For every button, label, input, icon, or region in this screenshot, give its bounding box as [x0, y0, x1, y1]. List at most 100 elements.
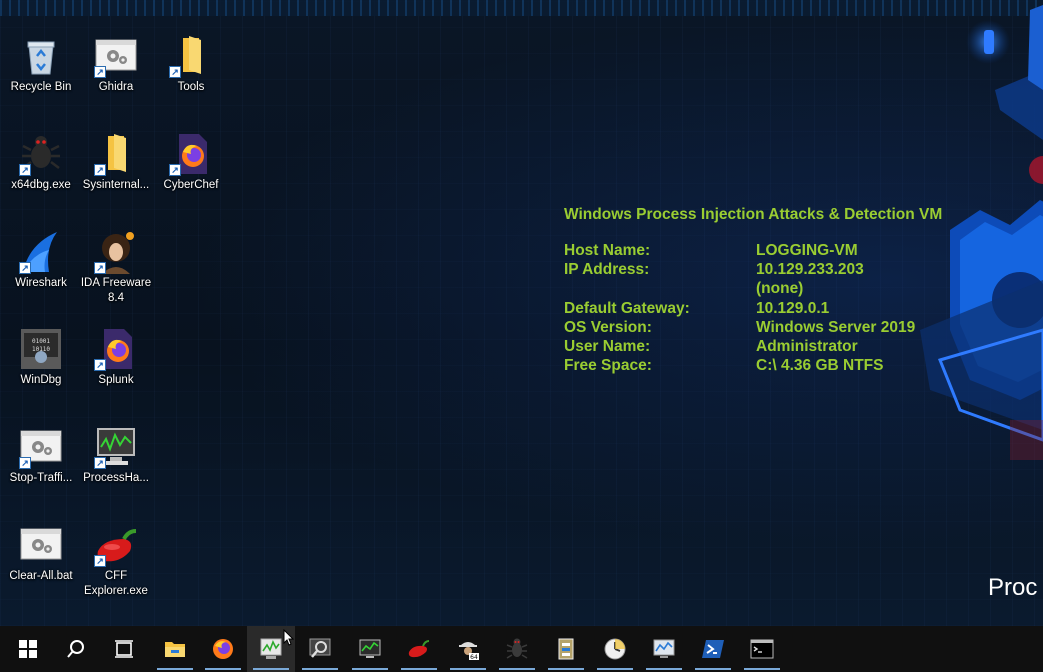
shortcut-arrow-icon: ↗ — [169, 164, 181, 176]
info-key: Host Name: — [564, 242, 651, 259]
desktop: Recycle Bin ↗ Ghidra ↗ Tools ↗ x64dbg.ex… — [0, 0, 1043, 626]
icon-label-line2: Explorer.exe — [84, 585, 148, 597]
taskbar-performance-monitor[interactable] — [640, 626, 688, 672]
wallpaper-partial-text: Proc — [988, 574, 1038, 601]
icon-label-line2: 8.4 — [108, 292, 124, 304]
icon-label: Stop-Traffi... — [9, 472, 73, 484]
desktop-icon-windbg[interactable]: 01001 10110 WinDbg — [3, 327, 79, 388]
process-monitor-icon — [359, 639, 381, 658]
taskbar-process-monitor[interactable] — [346, 626, 394, 672]
shortcut-arrow-icon: ↗ — [94, 457, 106, 469]
file-explorer-icon — [165, 642, 185, 657]
taskbar-file-explorer[interactable] — [151, 626, 199, 672]
shortcut-arrow-icon: ↗ — [19, 262, 31, 274]
desktop-icon-process-hacker[interactable]: ↗ ProcessHa... — [78, 425, 154, 486]
info-key: Free Space: — [564, 357, 652, 375]
desktop-icon-splunk[interactable]: ↗ Splunk — [78, 327, 154, 388]
icon-label: Recycle Bin — [10, 81, 72, 93]
windbg-icon: 0100110110 — [21, 329, 61, 369]
shortcut-arrow-icon: ↗ — [94, 359, 106, 371]
icon-label: x64dbg.exe — [11, 179, 71, 191]
icon-label: Tools — [177, 81, 205, 93]
info-key: User Name: — [564, 337, 651, 355]
windows-start-icon — [19, 640, 37, 658]
taskbar-cff-explorer[interactable] — [395, 626, 443, 672]
svg-text:64: 64 — [470, 654, 478, 661]
info-value: Windows Server 2019 — [756, 318, 916, 336]
performance-monitor-icon — [653, 639, 675, 658]
recycle-bin-icon — [27, 41, 55, 75]
shortcut-arrow-icon: ↗ — [19, 457, 31, 469]
desktop-icon-wireshark[interactable]: ↗ Wireshark — [3, 230, 79, 291]
icon-label: ProcessHa... — [83, 472, 149, 484]
desktop-icon-clear-all[interactable]: Clear-All.bat — [3, 523, 79, 584]
info-value: 10.129.233.203 — [756, 261, 864, 279]
search-button[interactable] — [52, 626, 100, 672]
spy-64-icon: 64 — [459, 642, 479, 661]
info-key: Default Gateway: — [564, 299, 690, 317]
taskbar-firefox[interactable] — [199, 626, 247, 672]
info-value: C:\ 4.36 GB NTFS — [756, 357, 884, 375]
info-row-host-name: Host Name: LOGGING-VM — [564, 241, 942, 260]
powershell-icon — [702, 640, 724, 658]
pe-file-icon — [558, 638, 574, 660]
desktop-icon-cyberchef[interactable]: ↗ CyberChef — [153, 132, 229, 193]
shortcut-arrow-icon: ↗ — [94, 66, 106, 78]
icon-label: Wireshark — [15, 277, 67, 289]
icon-label: CyberChef — [163, 179, 219, 191]
icon-label: WinDbg — [20, 374, 62, 386]
chili-pepper-icon — [408, 640, 430, 658]
shortcut-arrow-icon: ↗ — [19, 164, 31, 176]
search-icon — [67, 640, 84, 658]
taskbar-pe-tool[interactable] — [542, 626, 590, 672]
command-prompt-icon — [750, 639, 774, 659]
svg-text:01001: 01001 — [32, 338, 50, 345]
taskbar: 64 — [0, 626, 1043, 672]
desktop-icon-cff-explorer[interactable]: ↗ CFF Explorer.exe — [78, 523, 154, 599]
desktop-icon-recycle-bin[interactable]: Recycle Bin — [3, 34, 79, 95]
desktop-icon-tools[interactable]: ↗ Tools — [153, 34, 229, 95]
batch-gear-icon — [20, 528, 62, 560]
taskbar-tcpview[interactable] — [296, 626, 344, 672]
firefox-icon — [213, 639, 233, 659]
info-row-ip-address: IP Address: 10.129.233.203 — [564, 260, 942, 279]
taskbar-clock-tool[interactable] — [591, 626, 639, 672]
icon-label: Sysinternal... — [82, 179, 150, 191]
task-view-icon — [115, 640, 133, 658]
start-button[interactable] — [4, 626, 52, 672]
system-info-panel: Windows Process Injection Attacks & Dete… — [564, 206, 942, 375]
tcpview-magnifier-icon — [309, 638, 331, 658]
taskbar-powershell[interactable] — [689, 626, 737, 672]
desktop-icon-sysinternals[interactable]: ↗ Sysinternal... — [78, 132, 154, 193]
shortcut-arrow-icon: ↗ — [94, 164, 106, 176]
shortcut-arrow-icon: ↗ — [94, 262, 106, 274]
desktop-icon-ida-freeware[interactable]: ↗ IDA Freeware 8.4 — [78, 230, 154, 306]
shortcut-arrow-icon: ↗ — [94, 555, 106, 567]
taskbar-spy-64[interactable]: 64 — [444, 626, 492, 672]
desktop-icon-stop-traffic[interactable]: ↗ Stop-Traffi... — [3, 425, 79, 486]
process-hacker-icon — [260, 638, 282, 659]
desktop-icon-x64dbg[interactable]: ↗ x64dbg.exe — [3, 132, 79, 193]
task-view-button[interactable] — [100, 626, 148, 672]
icon-label-line1: IDA Freeware — [80, 277, 152, 289]
taskbar-command-prompt[interactable] — [738, 626, 786, 672]
wallpaper-top-strip — [0, 0, 1043, 16]
mouse-cursor-icon — [283, 629, 295, 646]
info-key: OS Version: — [564, 318, 652, 336]
info-row-free-space: Free Space: C:\ 4.36 GB NTFS — [564, 356, 942, 375]
icon-label: CFF Explorer.exe — [78, 569, 154, 599]
shortcut-arrow-icon: ↗ — [169, 66, 181, 78]
icon-label: IDA Freeware 8.4 — [78, 276, 154, 306]
taskbar-x64dbg[interactable] — [493, 626, 541, 672]
icon-label: Ghidra — [98, 81, 134, 93]
info-title: Windows Process Injection Attacks & Dete… — [564, 206, 943, 223]
x64dbg-bug-icon — [506, 638, 528, 659]
info-key — [564, 279, 756, 298]
desktop-icon-ghidra[interactable]: ↗ Ghidra — [78, 34, 154, 95]
icon-label: Splunk — [98, 374, 134, 386]
info-value: (none) — [756, 280, 804, 298]
info-row-ip-address-2: (none) — [564, 279, 942, 298]
info-value: Administrator — [756, 337, 858, 355]
info-row-user-name: User Name: Administrator — [564, 337, 942, 356]
info-row-os-version: OS Version: Windows Server 2019 — [564, 318, 942, 337]
